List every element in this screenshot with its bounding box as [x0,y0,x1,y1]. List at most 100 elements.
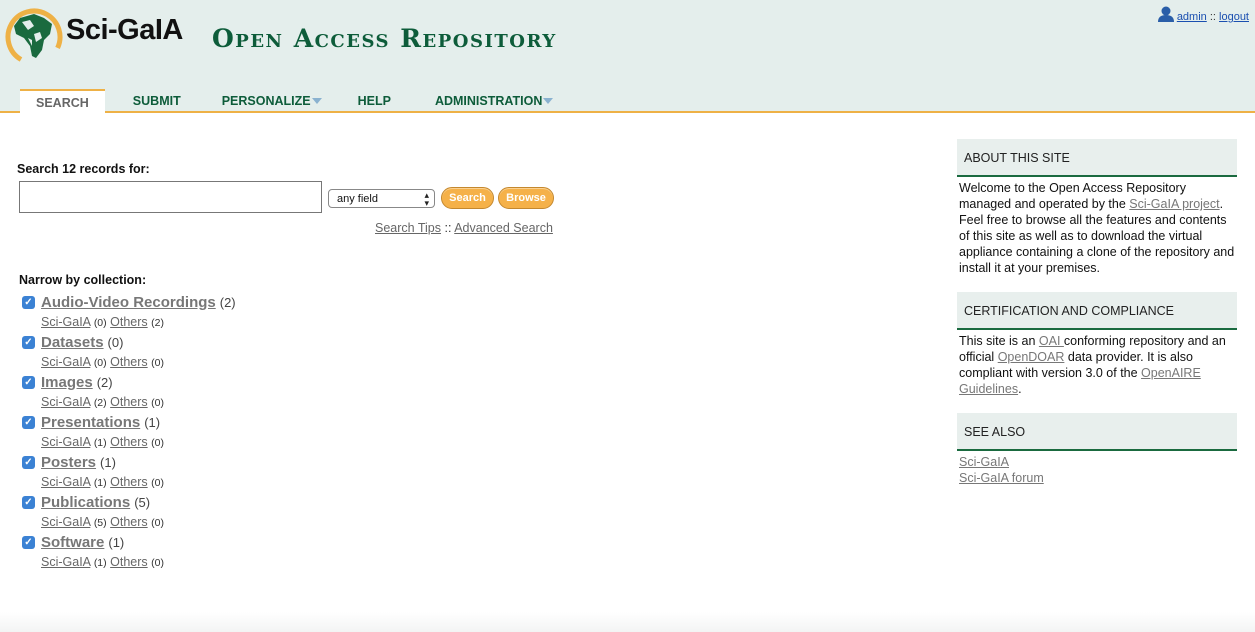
sidebar-see-also: SEE ALSO Sci-GaIA Sci-GaIA forum [957,413,1237,486]
nav-tab-administration[interactable]: ADMINISTRATION [421,89,569,113]
sidebar-certification: CERTIFICATION AND COMPLIANCE This site i… [957,292,1237,397]
nav-tab-personalize[interactable]: PERSONALIZE [209,89,346,113]
page-bottom-shade [0,612,1255,632]
search-tips-link[interactable]: Search Tips [375,221,441,235]
nav-label: HELP [357,94,391,108]
checkbox-checked-icon[interactable]: ✓ [22,415,35,429]
nav-tab-help[interactable]: HELP [346,89,421,113]
see-also-link-sci-gaia[interactable]: Sci-GaIA [959,455,1009,469]
nav-label: SUBMIT [132,94,181,108]
browse-button[interactable]: Browse [498,187,554,209]
collection-row: ✓ Audio-Video Recordings (2) [22,292,236,312]
checkbox-checked-icon[interactable]: ✓ [22,535,35,549]
search-button[interactable]: Search [441,187,494,209]
subcollection-count: (0) [93,357,107,369]
collection-link[interactable]: Posters [41,454,96,471]
subcollection-link-sci-gaia[interactable]: Sci-GaIA [41,555,90,569]
subcollection-row: Sci-GaIA (1) Others (0) [22,552,236,572]
subcollection-count: (1) [93,477,107,489]
subcollection-count: (0) [151,477,164,489]
subcollection-link-others[interactable]: Others [110,355,148,369]
see-also-link-forum[interactable]: Sci-GaIA forum [959,471,1044,485]
subcollection-link-sci-gaia[interactable]: Sci-GaIA [41,475,90,489]
subcollection-link-others[interactable]: Others [110,515,148,529]
collection-row: ✓ Publications (5) [22,492,236,512]
subcollection-count: (1) [93,557,107,569]
subcollection-count: (0) [151,357,164,369]
subcollection-link-others[interactable]: Others [110,315,148,329]
search-field-value: any field [337,193,378,205]
search-input[interactable] [19,181,322,213]
subcollection-link-others[interactable]: Others [110,395,148,409]
subcollection-link-others[interactable]: Others [110,435,148,449]
chevron-down-icon [543,98,554,104]
search-label: Search 12 records for: [17,162,150,176]
brand-name: Sci-GaIA [66,14,183,46]
subcollection-row: Sci-GaIA (0) Others (2) [22,312,236,332]
site-title: Open Access Repository [212,24,557,53]
collection-link[interactable]: Software [41,534,104,551]
subcollection-row: Sci-GaIA (1) Others (0) [22,472,236,492]
search-links: Search Tips :: Advanced Search [375,221,553,235]
username-link[interactable]: admin [1177,11,1207,23]
logout-link[interactable]: logout [1219,11,1249,23]
subcollection-row: Sci-GaIA (2) Others (0) [22,392,236,412]
collection-link[interactable]: Images [41,374,93,391]
advanced-search-link[interactable]: Advanced Search [454,221,553,235]
opendoar-link[interactable]: OpenDOAR [998,350,1065,364]
subcollection-link-sci-gaia[interactable]: Sci-GaIA [41,515,90,529]
site-header: Sci-GaIA Open Access Repository admin ::… [0,0,1255,113]
subcollection-count: (2) [93,397,107,409]
links-separator: :: [441,221,455,235]
subcollection-count: (2) [151,317,164,329]
checkbox-checked-icon[interactable]: ✓ [22,495,35,509]
collection-list: ✓ Audio-Video Recordings (2) Sci-GaIA (0) O… [22,292,236,572]
subcollection-link-sci-gaia[interactable]: Sci-GaIA [41,355,90,369]
collection-link[interactable]: Publications [41,494,130,511]
sci-gaia-logo-icon[interactable] [4,4,64,66]
subcollection-link-sci-gaia[interactable]: Sci-GaIA [41,395,90,409]
subcollection-count: (0) [151,517,164,529]
cert-text-part: This site is an [959,334,1039,348]
checkbox-checked-icon[interactable]: ✓ [22,455,35,469]
collection-row: ✓ Software (1) [22,532,236,552]
subcollection-count: (0) [93,317,107,329]
subcollection-link-sci-gaia[interactable]: Sci-GaIA [41,435,90,449]
subcollection-link-sci-gaia[interactable]: Sci-GaIA [41,315,90,329]
subcollection-link-others[interactable]: Others [110,555,148,569]
checkbox-checked-icon[interactable]: ✓ [22,375,35,389]
see-also-heading: SEE ALSO [957,413,1237,451]
collection-link[interactable]: Presentations [41,414,140,431]
subcollection-link-others[interactable]: Others [110,475,148,489]
collection-count: (1) [144,414,161,430]
collection-row: ✓ Images (2) [22,372,236,392]
certification-text: This site is an OAI conforming repositor… [957,330,1237,397]
cert-text-part: . [1018,382,1022,396]
chevron-down-icon [311,98,322,104]
subcollection-row: Sci-GaIA (1) Others (0) [22,432,236,452]
main-nav: SEARCH SUBMIT PERSONALIZE HELP ADMINISTR… [20,89,569,113]
nav-tab-search[interactable]: SEARCH [20,89,105,113]
user-icon [1157,6,1174,22]
subcollection-count: (0) [151,557,164,569]
collection-count: (2) [96,374,113,390]
nav-tab-submit[interactable]: SUBMIT [105,89,209,113]
sci-gaia-project-link[interactable]: Sci-GaIA project [1129,197,1219,211]
search-field-select[interactable]: any field ▴ ▾ [328,189,435,208]
narrow-by-collection-label: Narrow by collection: [19,273,147,287]
collection-row: ✓ Presentations (1) [22,412,236,432]
sidebar-about: ABOUT THIS SITE Welcome to the Open Acce… [957,139,1237,276]
see-also-links: Sci-GaIA Sci-GaIA forum [957,451,1237,486]
select-arrows-icon: ▴ ▾ [424,190,429,208]
collection-link[interactable]: Datasets [41,334,104,351]
checkbox-checked-icon[interactable]: ✓ [22,295,35,309]
oai-link[interactable]: OAI [1039,334,1064,348]
nav-label: ADMINISTRATION [434,94,543,108]
subcollection-row: Sci-GaIA (0) Others (0) [22,352,236,372]
collection-count: (5) [134,494,151,510]
user-separator: :: [1206,11,1220,23]
checkbox-checked-icon[interactable]: ✓ [22,335,35,349]
collection-link[interactable]: Audio-Video Recordings [41,294,216,311]
certification-heading: CERTIFICATION AND COMPLIANCE [957,292,1237,330]
collection-row: ✓ Datasets (0) [22,332,236,352]
